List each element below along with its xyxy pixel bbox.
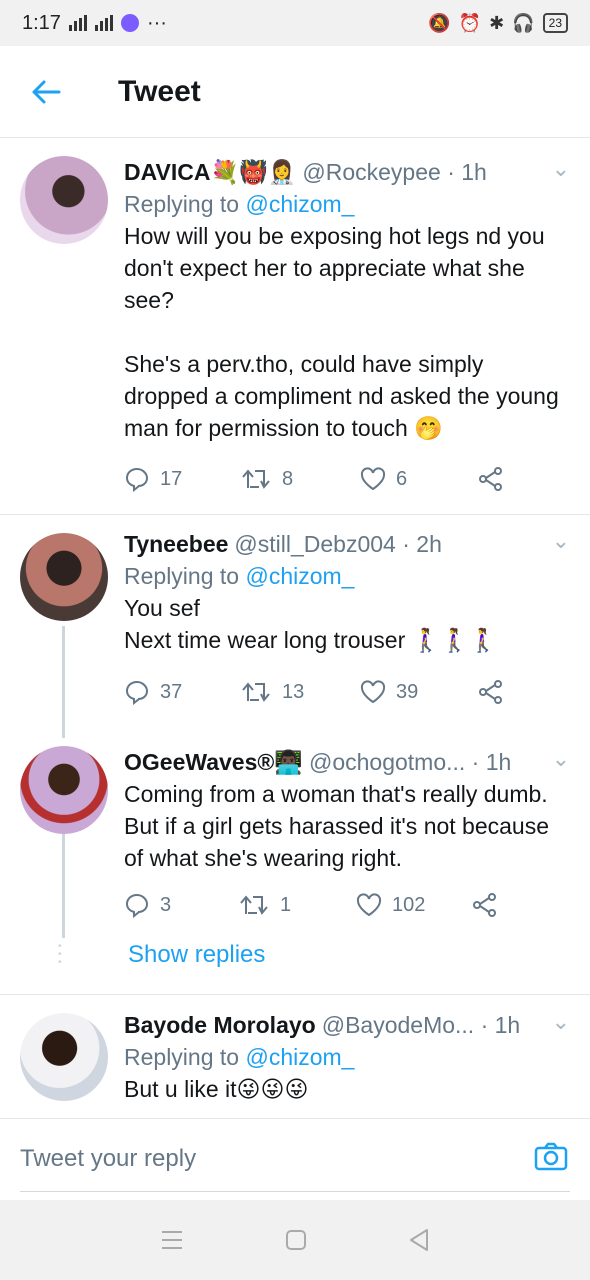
reply-input[interactable]: Tweet your reply <box>20 1145 196 1173</box>
battery-icon: 23 <box>542 13 568 33</box>
retweet-icon <box>240 895 268 915</box>
menu-icon[interactable] <box>160 1229 184 1251</box>
signal-icon-2 <box>94 15 113 31</box>
share-icon <box>479 467 502 491</box>
tweet-text: How will you be exposing hot legs nd you… <box>124 223 559 441</box>
avatar[interactable] <box>20 156 108 244</box>
share-button[interactable] <box>478 679 504 705</box>
replying-to-link[interactable]: @chizom_ <box>245 191 354 217</box>
tweet-actions: 17 8 6 <box>124 466 504 492</box>
tweet-text: You sef Next time wear long trouser 🚶‍♀️… <box>124 595 498 653</box>
tweet-tyneebee[interactable]: Tyneebee @still_Debz004 · 2h Replying to… <box>0 515 590 727</box>
reply-count: 37 <box>160 680 183 703</box>
reply-button[interactable]: 3 <box>124 892 240 918</box>
tweet-actions: 3 1 102 <box>124 892 498 918</box>
replying-to: Replying to @chizom_ <box>124 563 355 589</box>
tweet-davica[interactable]: DAVICA💐👹👩‍⚕️ @Rockeypee · 1h Replying to… <box>0 138 590 514</box>
tweet-bayode[interactable]: Bayode Morolayo @BayodeMo... · 1h Replyi… <box>0 995 590 1117</box>
signal-icon <box>68 15 87 31</box>
chevron-down-icon[interactable]: ⌄ <box>552 156 570 182</box>
page-title: Tweet <box>118 74 201 108</box>
author-handle[interactable]: @BayodeMo... · 1h <box>322 1009 521 1041</box>
like-button[interactable]: 39 <box>360 679 478 705</box>
like-count: 102 <box>392 893 426 916</box>
like-icon <box>360 467 386 491</box>
tweet-text: Coming from a woman that's really dumb. … <box>124 781 550 871</box>
like-icon <box>360 680 386 704</box>
share-icon <box>479 680 502 704</box>
like-button[interactable]: 6 <box>360 466 478 492</box>
reply-icon <box>125 893 149 918</box>
chevron-down-icon[interactable]: ⌄ <box>552 746 570 772</box>
reply-count: 17 <box>160 467 183 490</box>
retweet-button[interactable]: 1 <box>240 892 356 918</box>
like-count: 39 <box>396 680 419 703</box>
reply-icon <box>125 467 149 492</box>
retweet-button[interactable]: 8 <box>242 466 360 492</box>
tweet-meta: DAVICA💐👹👩‍⚕️ @Rockeypee · 1h <box>124 156 570 188</box>
share-button[interactable] <box>478 466 504 492</box>
chevron-down-icon[interactable]: ⌄ <box>552 528 570 554</box>
tweet-meta: Tyneebee @still_Debz004 · 2h <box>124 528 570 560</box>
retweet-count: 13 <box>282 680 305 703</box>
back-arrow-icon <box>32 80 61 103</box>
retweet-count: 8 <box>282 467 294 490</box>
headphones-icon: 🎧 <box>512 12 535 33</box>
author-name[interactable]: OGeeWaves®👨🏿‍💻 <box>124 746 303 778</box>
like-icon <box>356 893 382 917</box>
retweet-icon <box>242 469 270 489</box>
reply-button[interactable]: 37 <box>124 679 242 705</box>
alarm-icon: ⏰ <box>458 12 482 33</box>
thread-dots: • • • <box>58 941 62 968</box>
reply-count: 3 <box>160 893 172 916</box>
back-triangle-icon[interactable] <box>408 1228 430 1252</box>
status-time: 1:17 <box>22 11 61 34</box>
retweet-icon <box>242 682 270 702</box>
reply-button[interactable]: 17 <box>124 466 242 492</box>
author-name[interactable]: DAVICA💐👹👩‍⚕️ <box>124 156 296 188</box>
replying-to-link[interactable]: @chizom_ <box>245 563 354 589</box>
status-bar: 1:17 ··· 🔕 ⏰ ✱ 🎧 23 <box>0 0 590 46</box>
status-more: ··· <box>146 11 167 34</box>
replying-to-link[interactable]: @chizom_ <box>245 1044 354 1070</box>
share-icon <box>473 893 496 917</box>
bluetooth-icon: ✱ <box>489 12 505 33</box>
author-handle[interactable]: @ochogotmo... · 1h <box>309 746 511 778</box>
camera-button[interactable] <box>534 1141 568 1176</box>
avatar[interactable] <box>20 533 108 621</box>
like-count: 6 <box>396 467 408 490</box>
reply-bar: Tweet your reply <box>0 1118 590 1200</box>
reply-underline <box>20 1191 570 1192</box>
like-button[interactable]: 102 <box>356 892 472 918</box>
avatar[interactable] <box>20 1013 108 1101</box>
tweet-ogeewaves[interactable]: OGeeWaves®👨🏿‍💻 @ochogotmo... · 1h Coming… <box>0 730 590 940</box>
author-handle[interactable]: @still_Debz004 · 2h <box>234 528 441 560</box>
tweet-meta: Bayode Morolayo @BayodeMo... · 1h <box>124 1009 570 1041</box>
mute-icon: 🔕 <box>428 12 451 33</box>
replying-to: Replying to @chizom_ <box>124 191 355 217</box>
show-replies-link[interactable]: Show replies <box>128 941 265 969</box>
thread-line <box>62 626 65 738</box>
back-button[interactable] <box>0 46 92 138</box>
tweet-text: But u like it😜😜😜 <box>124 1076 309 1102</box>
retweet-count: 1 <box>280 893 292 916</box>
avatar[interactable] <box>20 746 108 834</box>
replying-to: Replying to @chizom_ <box>124 1044 355 1070</box>
tweet-meta: OGeeWaves®👨🏿‍💻 @ochogotmo... · 1h <box>124 746 570 778</box>
camera-icon <box>534 1142 568 1171</box>
chevron-down-icon[interactable]: ⌄ <box>552 1009 570 1035</box>
home-icon[interactable] <box>285 1229 307 1251</box>
author-name[interactable]: Bayode Morolayo <box>124 1009 316 1041</box>
author-name[interactable]: Tyneebee <box>124 528 228 560</box>
messenger-icon <box>120 14 139 32</box>
thread-line <box>62 834 65 938</box>
reply-icon <box>125 680 149 705</box>
system-nav-bar <box>0 1200 590 1280</box>
tweet-actions: 37 13 39 <box>124 679 504 705</box>
app-header: Tweet <box>0 46 590 138</box>
share-button[interactable] <box>472 892 498 918</box>
retweet-button[interactable]: 13 <box>242 679 360 705</box>
author-handle[interactable]: @Rockeypee · 1h <box>302 156 486 188</box>
